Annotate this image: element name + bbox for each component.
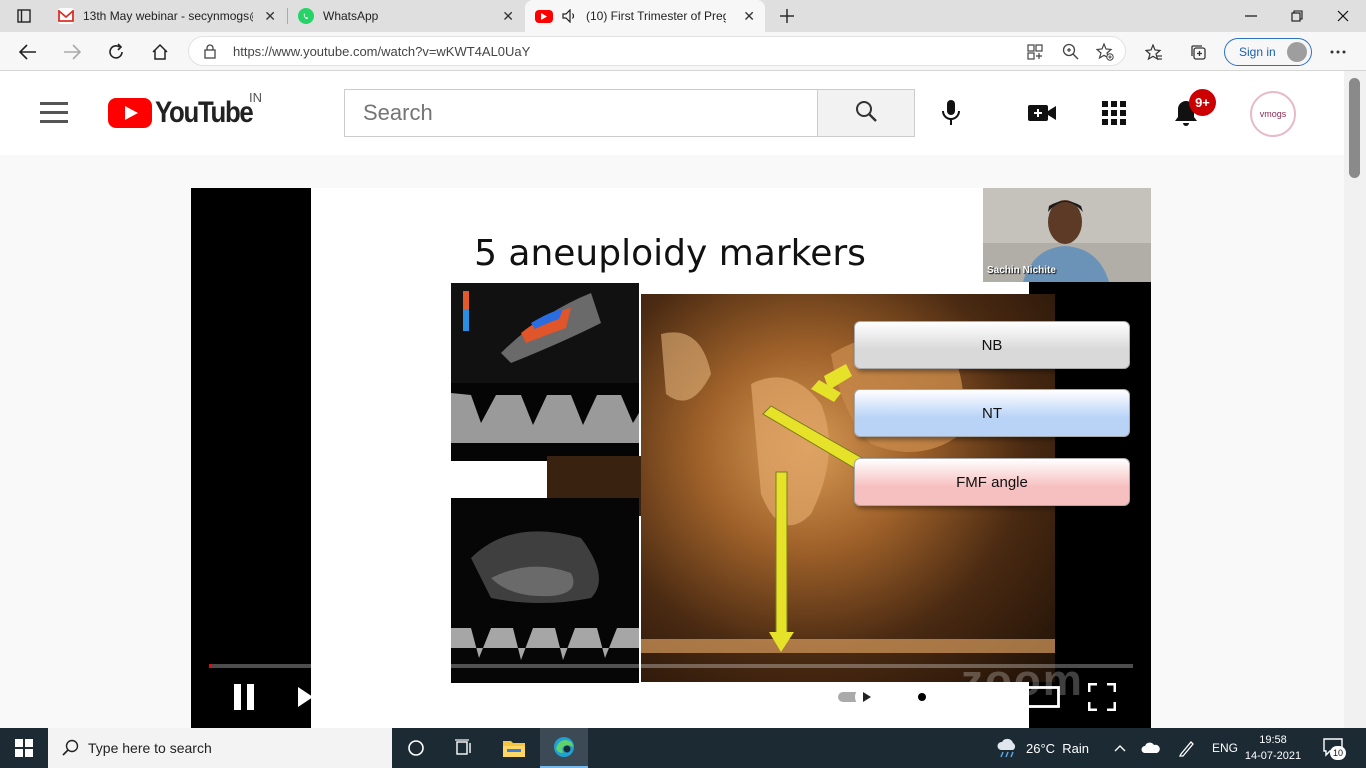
- participant-camera-feed: Sachin Nichite: [983, 188, 1151, 282]
- more-options-icon[interactable]: [1323, 37, 1353, 67]
- marker-label-nb: NB: [854, 321, 1130, 369]
- collections-icon[interactable]: [1183, 37, 1213, 67]
- forward-icon[interactable]: [57, 37, 87, 67]
- task-view-icon[interactable]: [440, 728, 488, 768]
- edge-browser-icon[interactable]: [540, 728, 588, 768]
- address-bar[interactable]: https://www.youtube.com/watch?v=wKWT4AL0…: [188, 36, 1126, 66]
- favorites-icon[interactable]: [1139, 37, 1169, 67]
- microphone-icon[interactable]: [933, 95, 969, 131]
- video-progress-bar[interactable]: [209, 664, 1133, 668]
- zoom-icon[interactable]: [1062, 43, 1079, 65]
- show-hidden-icons-chevron-icon[interactable]: [1110, 728, 1130, 768]
- tab-youtube-label: (10) First Trimester of Pregn: [586, 9, 726, 23]
- participant-name: Sachin Nichite: [987, 265, 1056, 276]
- new-tab-icon[interactable]: [764, 0, 810, 32]
- marker-label-text: FMF angle: [956, 473, 1028, 491]
- sign-in-button[interactable]: Sign in: [1224, 38, 1312, 66]
- app-available-icon[interactable]: [1027, 44, 1043, 65]
- weather-widget[interactable]: 26°C Rain: [996, 728, 1089, 768]
- weather-text: 26°C Rain: [1026, 740, 1090, 756]
- channel-avatar[interactable]: vmogs: [1250, 91, 1296, 137]
- sign-in-label: Sign in: [1239, 45, 1276, 59]
- lock-icon[interactable]: [203, 44, 217, 64]
- channel-avatar-text: vmogs: [1259, 109, 1287, 119]
- close-window-icon[interactable]: [1320, 0, 1366, 32]
- close-tab-icon[interactable]: ✕: [743, 8, 755, 25]
- marker-label-text: NT: [982, 404, 1002, 422]
- slide-title: 5 aneuploidy markers: [474, 233, 866, 274]
- gmail-icon: [58, 8, 74, 24]
- browser-tab-strip: 13th May webinar - secynmogs@ ✕ WhatsApp…: [0, 0, 1366, 32]
- youtube-icon: [535, 9, 553, 23]
- apps-grid-icon[interactable]: [1096, 95, 1132, 131]
- minimize-icon[interactable]: [1228, 0, 1274, 32]
- marker-label-fmf-angle: FMF angle: [854, 458, 1130, 506]
- pause-icon[interactable]: [229, 682, 259, 712]
- region-code: IN: [249, 90, 262, 105]
- search-input[interactable]: [345, 90, 817, 136]
- taskbar-search-box[interactable]: Type here to search: [48, 728, 392, 768]
- taskbar-clock[interactable]: 19:58 14-07-2021: [1244, 732, 1302, 764]
- tab-whatsapp[interactable]: WhatsApp ✕: [288, 0, 524, 32]
- fullscreen-icon[interactable]: [1087, 682, 1117, 712]
- next-video-icon[interactable]: [293, 682, 323, 712]
- close-tab-icon[interactable]: ✕: [264, 8, 276, 25]
- clock-time: 19:58: [1259, 734, 1287, 746]
- add-favorite-icon[interactable]: [1095, 42, 1114, 66]
- cortana-icon[interactable]: [392, 728, 440, 768]
- search-button[interactable]: [817, 89, 915, 137]
- volume-icon[interactable]: [347, 682, 383, 712]
- audio-playing-icon[interactable]: [562, 9, 578, 23]
- video-progress-fill: [209, 664, 211, 668]
- url-text: https://www.youtube.com/watch?v=wKWT4AL0…: [233, 44, 531, 59]
- marker-label-nt: NT: [854, 389, 1130, 437]
- browser-toolbar: https://www.youtube.com/watch?v=wKWT4AL0…: [0, 32, 1366, 71]
- autoplay-toggle[interactable]: [835, 682, 881, 712]
- youtube-play-logo-icon: [108, 98, 152, 128]
- theater-mode-icon[interactable]: [1025, 682, 1061, 712]
- pulsed-doppler-waveform-image: [451, 498, 639, 683]
- whatsapp-icon: [298, 8, 314, 24]
- tab-youtube[interactable]: (10) First Trimester of Pregn ✕: [525, 0, 765, 32]
- windows-start-icon[interactable]: [0, 728, 48, 768]
- tab-whatsapp-label: WhatsApp: [323, 9, 379, 23]
- restore-icon[interactable]: [1274, 0, 1320, 32]
- taskbar-search-placeholder: Type here to search: [88, 740, 212, 756]
- tab-gmail[interactable]: 13th May webinar - secynmogs@ ✕: [48, 0, 286, 32]
- youtube-header: YouTube IN 9+ vmogs: [0, 71, 1344, 155]
- presentation-slide: 5 aneuploidy markers NB NT FMF angle: [311, 188, 1130, 728]
- back-icon[interactable]: [13, 37, 43, 67]
- video-time-display: 0:02 / 3:59:04: [405, 687, 516, 707]
- language-text: ENG: [1212, 741, 1239, 755]
- action-center-count: 10: [1330, 746, 1346, 760]
- create-video-icon[interactable]: [1024, 95, 1060, 131]
- doppler-ultrasound-image: [451, 283, 639, 461]
- action-center-icon[interactable]: 10: [1322, 736, 1346, 760]
- file-explorer-icon[interactable]: [490, 728, 538, 768]
- hamburger-menu-icon[interactable]: [40, 102, 68, 124]
- settings-gear-icon[interactable]: [907, 682, 937, 712]
- scrollbar-thumb[interactable]: [1349, 78, 1360, 178]
- close-tab-icon[interactable]: ✕: [502, 8, 514, 25]
- youtube-wordmark: YouTube: [155, 96, 254, 129]
- home-icon[interactable]: [145, 37, 175, 67]
- miniplayer-icon[interactable]: [964, 682, 1002, 712]
- refresh-icon[interactable]: [101, 37, 131, 67]
- onedrive-cloud-icon[interactable]: [1140, 728, 1162, 768]
- youtube-logo[interactable]: YouTube: [108, 96, 268, 129]
- input-language-indicator[interactable]: ENG: [1212, 728, 1238, 768]
- marker-label-text: NB: [981, 336, 1003, 354]
- rain-cloud-icon: [996, 738, 1018, 758]
- pen-workspace-icon[interactable]: [1176, 728, 1198, 768]
- video-player[interactable]: 5 aneuploidy markers NB NT FMF angle Sac…: [191, 188, 1151, 728]
- profile-avatar-icon: [1287, 42, 1307, 62]
- search-box[interactable]: [344, 89, 818, 137]
- windows-taskbar: Type here to search 26°C Rain ENG 19:58 …: [0, 728, 1366, 768]
- notification-count-badge: 9+: [1189, 89, 1216, 116]
- search-icon: [62, 739, 79, 759]
- tab-gmail-label: 13th May webinar - secynmogs@: [83, 9, 253, 23]
- tab-actions-icon[interactable]: [0, 0, 48, 32]
- search-icon: [855, 100, 877, 127]
- clock-date: 14-07-2021: [1244, 750, 1302, 762]
